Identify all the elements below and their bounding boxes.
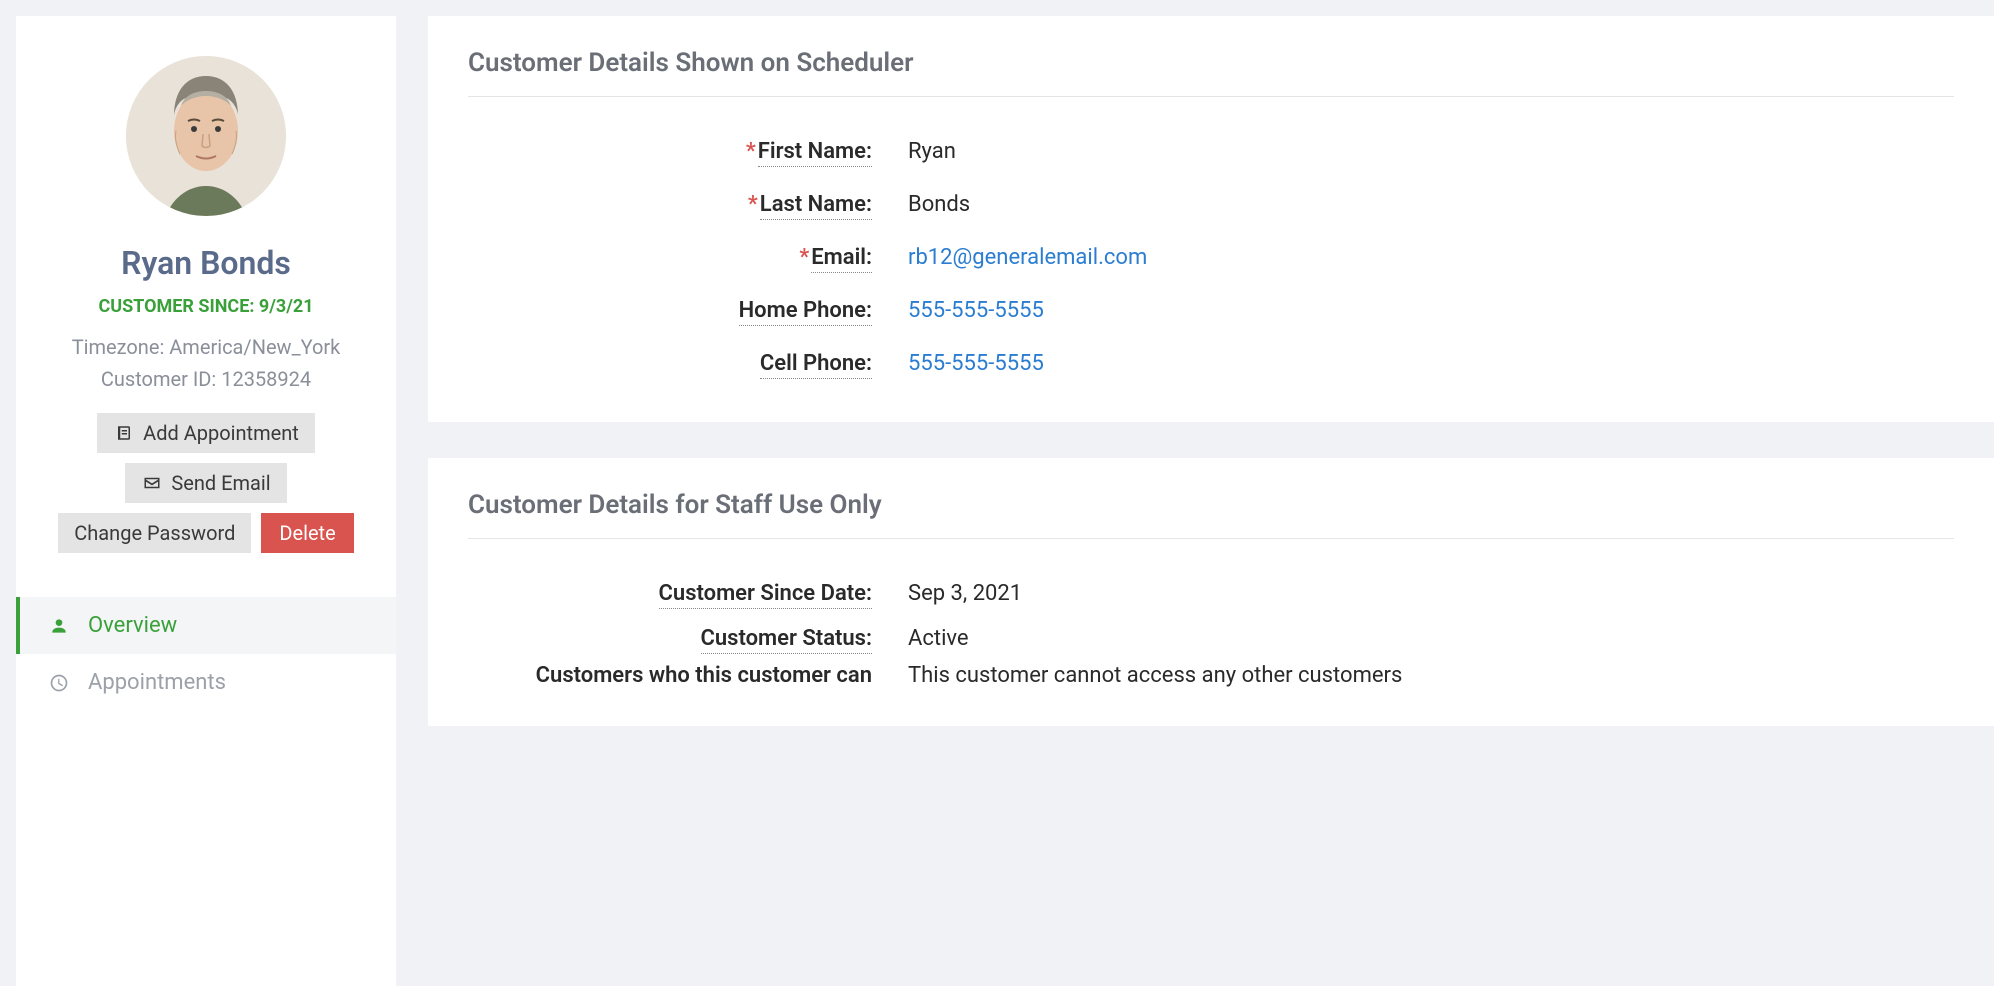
send-email-button[interactable]: Send Email (125, 463, 286, 503)
access-label: Customers who this customer can (468, 663, 908, 688)
nav-label-overview: Overview (88, 613, 177, 638)
required-asterisk: * (799, 245, 809, 270)
timezone-line: Timezone: America/New_York (40, 331, 372, 363)
status-label: Customer Status: (468, 626, 908, 651)
field-first-name: *First Name: Ryan (468, 125, 1954, 178)
last-name-label: *Last Name: (468, 192, 908, 217)
sidebar: Ryan Bonds CUSTOMER SINCE: 9/3/21 Timezo… (16, 16, 396, 986)
panel-staff: Customer Details for Staff Use Only Cust… (428, 458, 1994, 726)
delete-button[interactable]: Delete (261, 513, 353, 553)
required-asterisk: * (746, 139, 756, 164)
customer-name: Ryan Bonds (40, 244, 372, 282)
field-cell-phone: Cell Phone: 555-555-5555 (468, 337, 1954, 390)
status-value: Active (908, 626, 969, 651)
cell-phone-label: Cell Phone: (468, 351, 908, 376)
first-name-value: Ryan (908, 139, 956, 164)
password-delete-row: Change Password Delete (58, 513, 353, 553)
last-name-value: Bonds (908, 192, 970, 217)
profile-section: Ryan Bonds CUSTOMER SINCE: 9/3/21 Timezo… (16, 56, 396, 577)
clock-icon (48, 672, 70, 694)
since-date-value: Sep 3, 2021 (908, 581, 1022, 606)
action-button-group: Add Appointment Send Email Change Passwo… (40, 413, 372, 553)
field-last-name: *Last Name: Bonds (468, 178, 1954, 231)
add-appointment-button[interactable]: Add Appointment (97, 413, 315, 453)
person-icon (48, 615, 70, 637)
cell-phone-value-link[interactable]: 555-555-5555 (908, 351, 1044, 376)
access-value: This customer cannot access any other cu… (908, 663, 1402, 688)
main-content: Customer Details Shown on Scheduler *Fir… (428, 16, 1994, 986)
customer-id-line: Customer ID: 12358924 (40, 363, 372, 395)
delete-label: Delete (279, 521, 335, 545)
field-status: Customer Status: Active (468, 620, 1954, 657)
nav-item-appointments[interactable]: Appointments (16, 654, 396, 711)
email-label: *Email: (468, 245, 908, 270)
nav-label-appointments: Appointments (88, 670, 226, 695)
sidebar-nav: Overview Appointments (16, 597, 396, 711)
envelope-icon (141, 472, 163, 494)
first-name-label: *First Name: (468, 139, 908, 164)
customer-since-label: CUSTOMER SINCE: 9/3/21 (40, 296, 372, 317)
avatar-illustration (126, 56, 286, 216)
panel-title-scheduler: Customer Details Shown on Scheduler (468, 48, 1954, 97)
book-icon (113, 422, 135, 444)
field-email: *Email: rb12@generalemail.com (468, 231, 1954, 284)
since-date-label: Customer Since Date: (468, 581, 908, 606)
home-phone-value-link[interactable]: 555-555-5555 (908, 298, 1044, 323)
avatar (126, 56, 286, 216)
email-value-link[interactable]: rb12@generalemail.com (908, 245, 1147, 270)
add-appointment-label: Add Appointment (143, 421, 299, 445)
panel-scheduler: Customer Details Shown on Scheduler *Fir… (428, 16, 1994, 422)
panel-title-staff: Customer Details for Staff Use Only (468, 490, 1954, 539)
required-asterisk: * (748, 192, 758, 217)
send-email-label: Send Email (171, 471, 270, 495)
change-password-label: Change Password (74, 521, 235, 545)
field-access: Customers who this customer can This cus… (468, 657, 1954, 694)
field-home-phone: Home Phone: 555-555-5555 (468, 284, 1954, 337)
field-since-date: Customer Since Date: Sep 3, 2021 (468, 567, 1954, 620)
nav-item-overview[interactable]: Overview (16, 597, 396, 654)
change-password-button[interactable]: Change Password (58, 513, 251, 553)
home-phone-label: Home Phone: (468, 298, 908, 323)
